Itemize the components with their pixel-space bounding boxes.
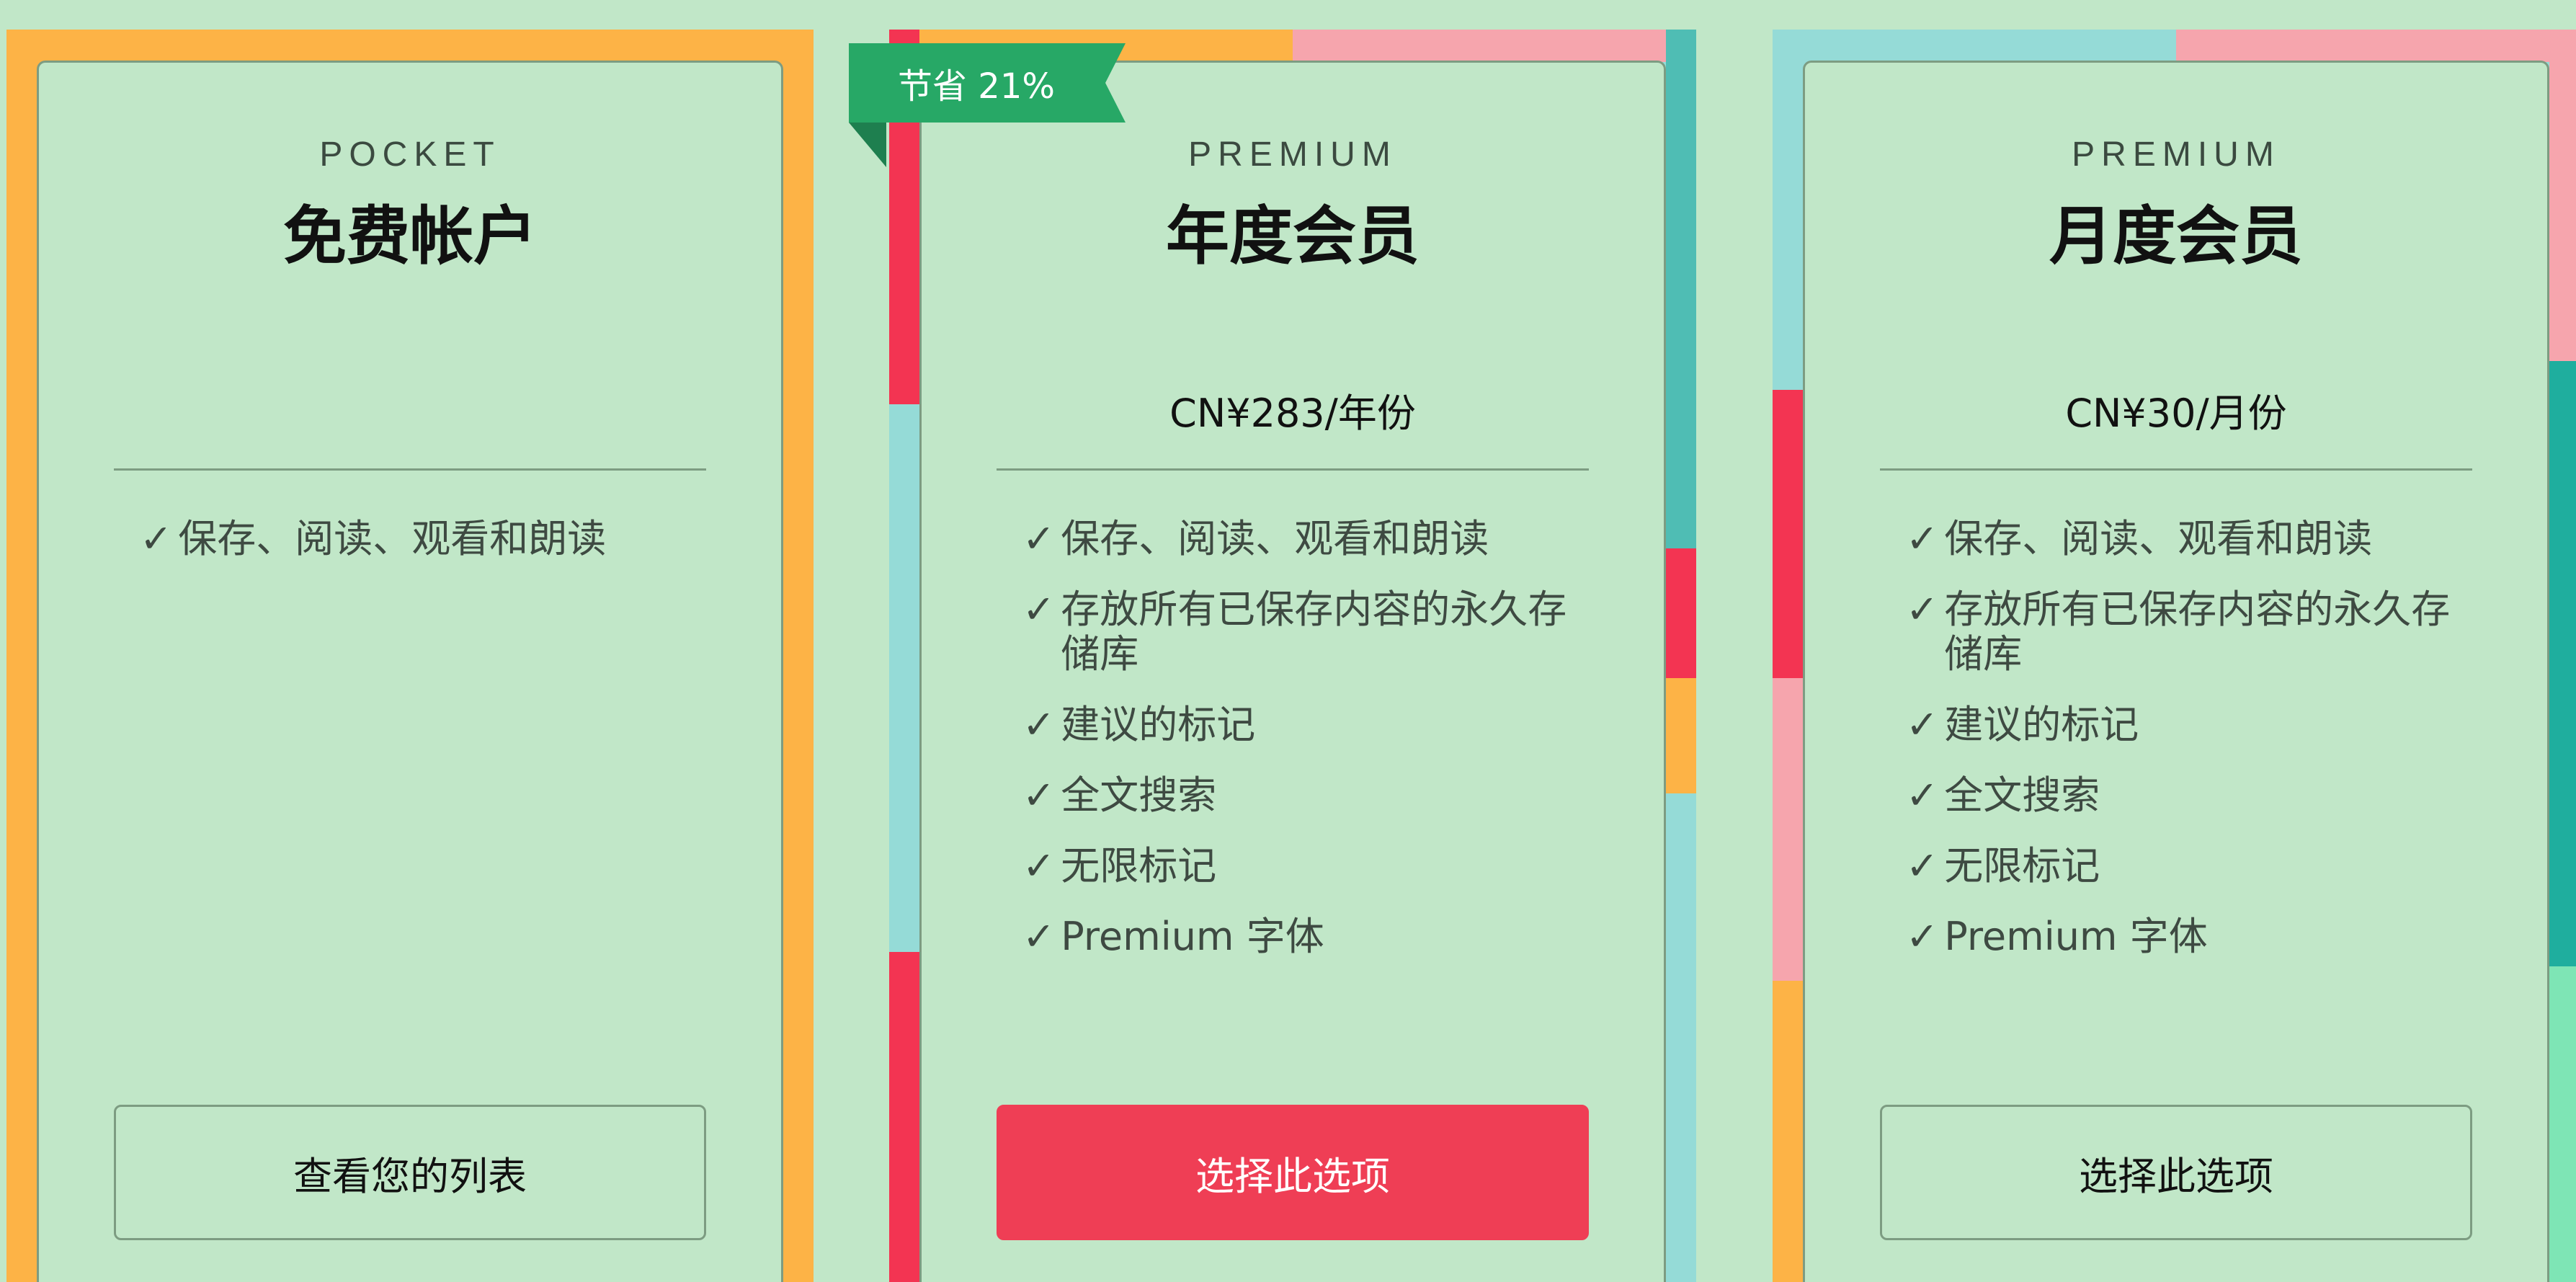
plan-card-free: POCKET 免费帐户 ✓ 保存、阅读、观看和朗读 查看您的列表 (37, 61, 783, 1282)
view-list-button[interactable]: 查看您的列表 (114, 1105, 706, 1240)
check-icon: ✓ (1022, 914, 1056, 959)
feature-list: ✓ 保存、阅读、观看和朗读 ✓ 存放所有已保存内容的永久存储库 ✓ 建议的标记 ✓ 全文… (1906, 517, 2482, 985)
feature-item: ✓ 建议的标记 (1906, 702, 2139, 747)
check-icon: ✓ (140, 516, 173, 561)
feature-item: ✓ 存放所有已保存内容的永久存储库 (1022, 587, 1567, 677)
check-icon: ✓ (1906, 702, 1939, 747)
feature-list: ✓ 保存、阅读、观看和朗读 (140, 517, 716, 587)
plan-tier: PREMIUM (2072, 135, 2281, 174)
divider (1880, 468, 2472, 471)
decor-stripe (1773, 981, 1803, 1282)
plan-name: 年度会员 (1165, 199, 1420, 273)
divider (997, 468, 1589, 471)
plan-card-annual: PREMIUM 年度会员 CN¥283/年份 ✓ 保存、阅读、观看和朗读 ✓ 存放所… (919, 61, 1666, 1282)
feature-item: ✓ 建议的标记 (1022, 702, 1256, 747)
plan-tier: POCKET (319, 135, 501, 174)
feature-item: ✓ 存放所有已保存内容的永久存储库 (1906, 587, 2451, 677)
check-icon: ✓ (1906, 843, 1939, 889)
feature-item: ✓ Premium 字体 (1022, 914, 1324, 959)
decor-stripe (889, 952, 919, 1282)
feature-item: ✓ 全文搜索 (1022, 773, 1217, 818)
check-icon: ✓ (1022, 587, 1056, 632)
check-icon: ✓ (1022, 516, 1056, 561)
decor-stripe (2549, 966, 2576, 1282)
decor-stripe (2176, 30, 2576, 62)
check-icon: ✓ (1022, 773, 1056, 818)
savings-badge: 节省 21% (849, 43, 1126, 167)
decor-stripe (1293, 30, 1696, 62)
feature-item: ✓ 保存、阅读、观看和朗读 (1022, 516, 1489, 561)
check-icon: ✓ (1906, 773, 1939, 818)
decor-stripe (1666, 548, 1696, 678)
feature-item: ✓ 全文搜索 (1906, 773, 2100, 818)
feature-item: ✓ 保存、阅读、观看和朗读 (1906, 516, 2373, 561)
decor-stripe (1666, 678, 1696, 793)
check-icon: ✓ (1022, 702, 1056, 747)
check-icon: ✓ (1906, 587, 1939, 632)
savings-badge-label: 节省 21% (898, 66, 1055, 107)
feature-item: ✓ Premium 字体 (1906, 914, 2208, 959)
check-icon: ✓ (1022, 843, 1056, 889)
decor-stripe (2549, 361, 2576, 966)
decor-stripe (1773, 678, 1803, 981)
feature-item: ✓ 无限标记 (1906, 843, 2100, 889)
plan-name: 免费帐户 (282, 199, 537, 273)
check-icon: ✓ (1906, 914, 1939, 959)
decor-stripe (2549, 30, 2576, 361)
check-icon: ✓ (1906, 516, 1939, 561)
feature-list: ✓ 保存、阅读、观看和朗读 ✓ 存放所有已保存内容的永久存储库 ✓ 建议的标记 ✓ 全文… (1022, 517, 1599, 985)
plan-name: 月度会员 (2049, 199, 2303, 273)
feature-item: ✓ 保存、阅读、观看和朗读 (140, 516, 607, 561)
plan-card-monthly: PREMIUM 月度会员 CN¥30/月份 ✓ 保存、阅读、观看和朗读 ✓ 存放所有… (1803, 61, 2549, 1282)
plan-price: CN¥283/年份 (1169, 391, 1416, 436)
select-monthly-button[interactable]: 选择此选项 (1880, 1105, 2472, 1240)
plan-price: CN¥30/月份 (2065, 391, 2287, 436)
select-annual-button[interactable]: 选择此选项 (997, 1105, 1589, 1240)
divider (114, 468, 706, 471)
decor-stripe (1773, 390, 1803, 678)
feature-item: ✓ 无限标记 (1022, 843, 1217, 889)
